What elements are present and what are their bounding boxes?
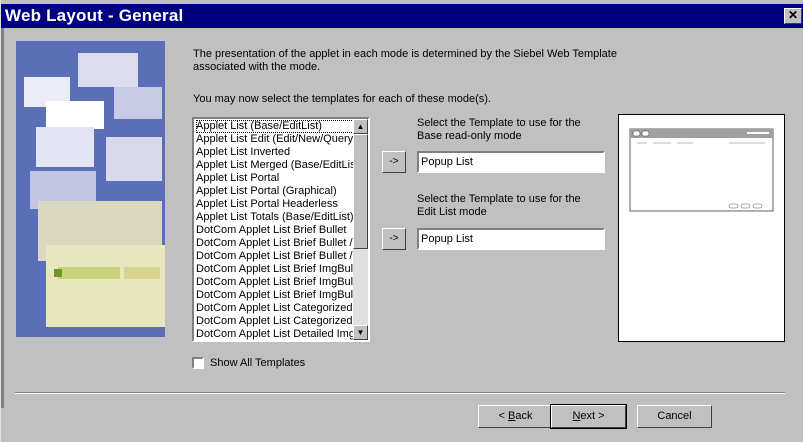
template-list-item[interactable]: Applet List (Base/EditList) [196,120,354,133]
template-list-item[interactable]: DotCom Applet List Brief Bullet / Sp [196,250,354,263]
title-bar[interactable]: Web Layout - General ✕ [1,4,803,28]
template-preview-graphic [629,128,774,212]
template-list-item[interactable]: Applet List Edit (Edit/New/Query) [196,133,354,146]
window-title: Web Layout - General [5,6,184,25]
close-icon: ✕ [787,8,799,22]
template-list-item[interactable]: DotCom Applet List Categorized Bu [196,315,354,328]
template-list-item[interactable]: DotCom Applet List Brief ImgBullet [196,289,354,302]
show-all-templates-checkbox[interactable] [192,357,204,369]
list-scrollbar[interactable]: ▲ ▼ [353,119,368,340]
edit-mode-label: Select the Template to use for the Edit … [417,193,581,219]
button-separator [15,392,785,394]
scroll-up-button[interactable]: ▲ [353,119,368,134]
wizard-illustration [16,41,165,337]
template-list-item[interactable]: DotCom Applet List Detailed ImgBu [196,341,354,342]
back-button-label: ack [515,410,533,422]
back-button[interactable]: < Back [478,405,553,428]
scroll-thumb[interactable] [353,134,368,249]
edit-template-field[interactable]: Popup List [417,228,605,250]
base-mode-label-line-2: Base read-only mode [417,130,522,142]
template-list-item[interactable]: DotCom Applet List Brief Bullet [196,224,354,237]
intro-line-3: You may now select the templates for eac… [193,93,491,105]
intro-text: The presentation of the applet in each m… [193,48,623,74]
template-list-item[interactable]: DotCom Applet List Categorized Bu [196,302,354,315]
intro-line-2: associated with the mode. [193,61,321,73]
base-mode-label: Select the Template to use for the Base … [417,117,581,143]
close-button[interactable]: ✕ [784,8,802,24]
cancel-button[interactable]: Cancel [637,405,712,428]
dialog-window: Web Layout - General ✕ The presentation … [0,0,803,442]
arrow-up-icon: ▲ [356,122,365,131]
template-list-item[interactable]: Applet List Merged (Base/EditList) [196,159,354,172]
intro-line-1: The presentation of the applet in each m… [193,48,617,60]
arrow-down-icon: ▼ [356,328,365,337]
template-list-item[interactable]: DotCom Applet List Brief ImgBullet [196,276,354,289]
edit-mode-label-line-1: Select the Template to use for the [417,193,581,205]
template-list-item[interactable]: Applet List Totals (Base/EditList) [196,211,354,224]
left-edge-strip [1,28,4,408]
template-listbox[interactable]: Applet List (Base/EditList) Applet List E… [192,117,370,342]
template-list-item[interactable]: Applet List Portal [196,172,354,185]
scroll-down-button[interactable]: ▼ [353,325,368,340]
template-preview [618,114,785,342]
template-list-item[interactable]: DotCom Applet List Detailed ImgBu [196,328,354,340]
template-list-item[interactable]: Applet List Portal (Graphical) [196,185,354,198]
template-list-items: Applet List (Base/EditList) Applet List E… [196,120,354,342]
back-button-prefix: < [498,410,508,422]
assign-edit-template-button[interactable]: -> [382,228,406,250]
assign-base-template-button[interactable]: -> [382,151,406,173]
template-list-item[interactable]: Applet List Portal Headerless [196,198,354,211]
template-list-item[interactable]: Applet List Inverted [196,146,354,159]
show-all-templates-label: Show All Templates [210,357,306,369]
base-template-field[interactable]: Popup List [417,151,605,173]
edit-mode-label-line-2: Edit List mode [417,206,487,218]
template-list-item[interactable]: DotCom Applet List Brief Bullet / Bl [196,237,354,250]
next-button[interactable]: Next > [550,404,627,429]
template-list-item[interactable]: DotCom Applet List Brief ImgBullet [196,263,354,276]
base-mode-label-line-1: Select the Template to use for the [417,117,581,129]
next-button-label: ext > [580,410,605,422]
